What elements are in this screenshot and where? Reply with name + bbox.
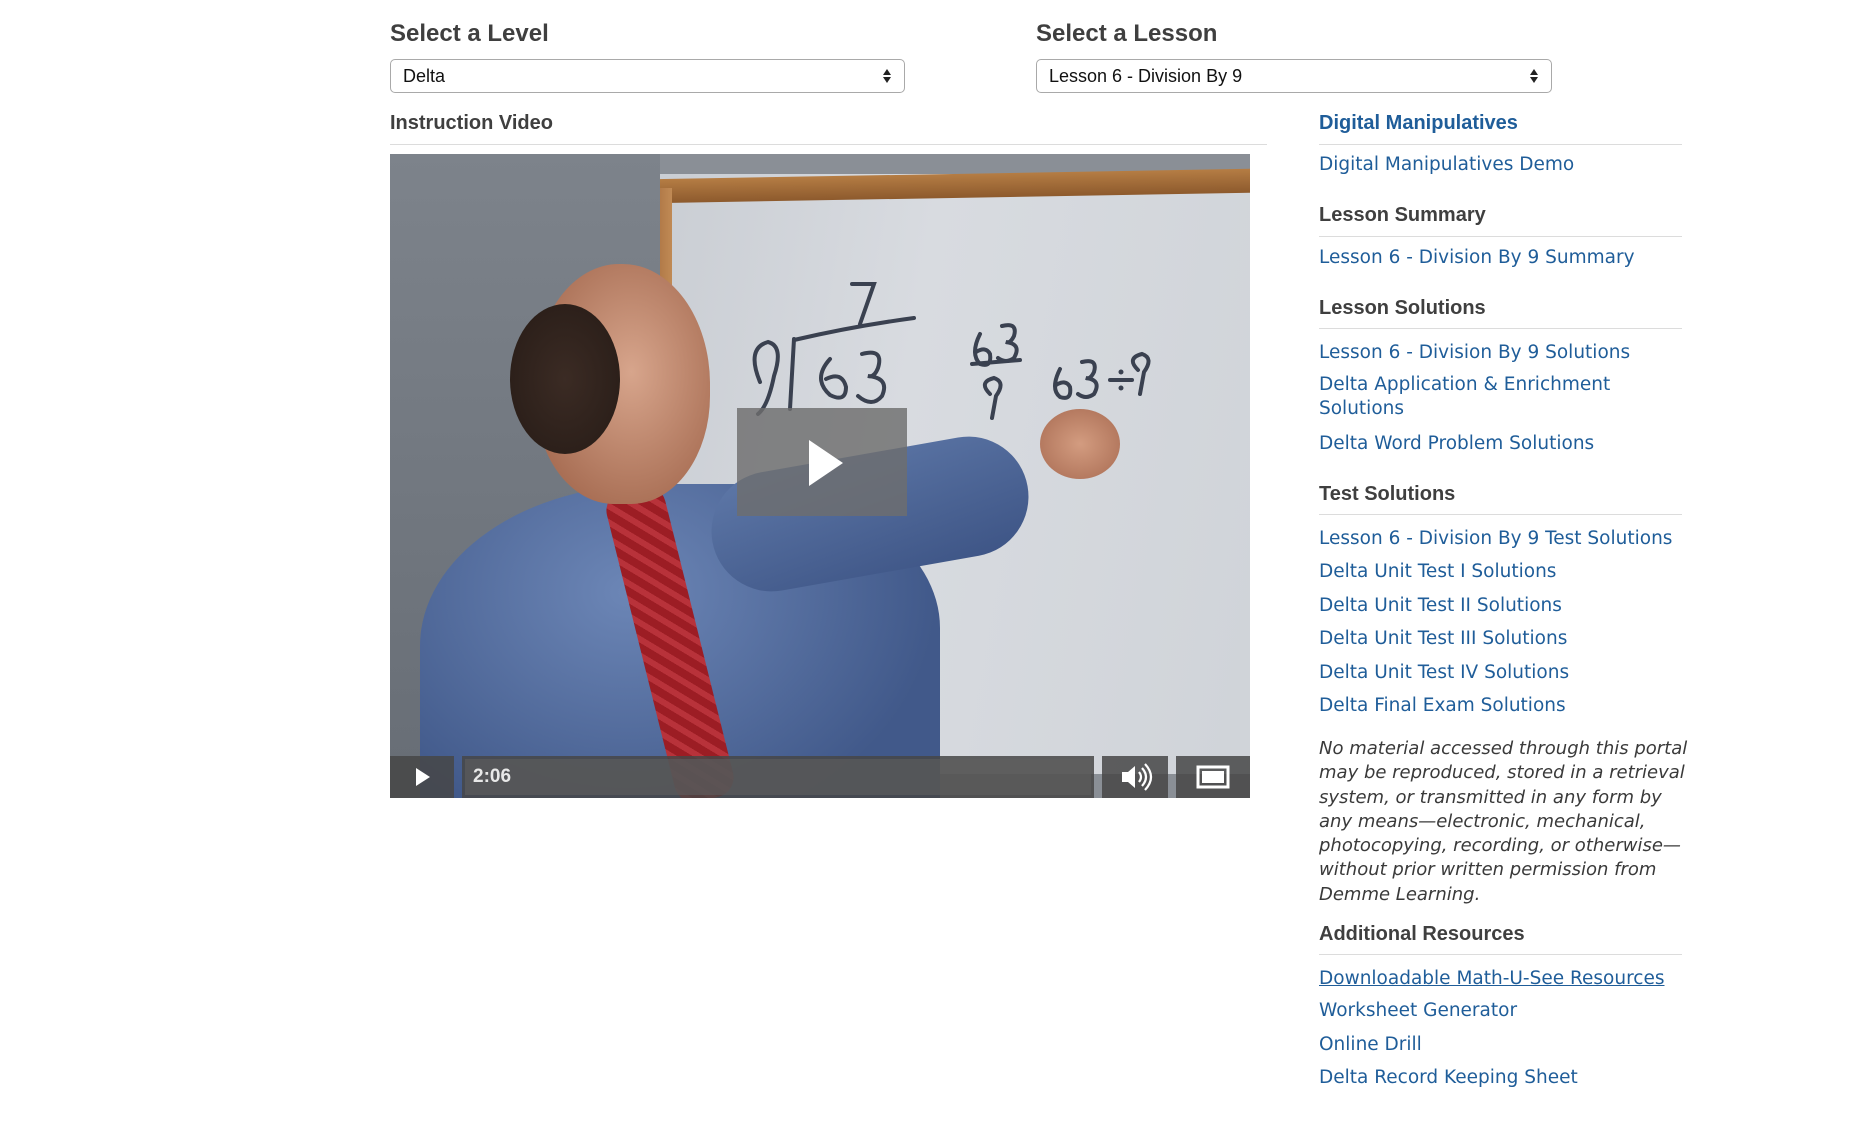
online-drill-link[interactable]: Online Drill [1319,1033,1422,1057]
lesson-select[interactable]: Lesson 6 - Division By 9 [1036,59,1552,93]
unit-test-2-solutions-link[interactable]: Delta Unit Test II Solutions [1319,594,1562,618]
level-select[interactable]: Delta [390,59,905,93]
progress-track [465,759,1091,795]
unit-test-4-solutions-link[interactable]: Delta Unit Test IV Solutions [1319,661,1569,685]
section-divider [1319,328,1682,329]
video-frame-person-hair [510,304,620,454]
section-divider [1319,236,1682,237]
section-divider [1319,144,1682,145]
copyright-notice: No material accessed through this portal… [1319,738,1688,905]
additional-resources-heading: Additional Resources [1319,923,1525,945]
play-icon [809,440,843,486]
lesson-select-value: Lesson 6 - Division By 9 [1049,65,1243,86]
video-controls: 2:06 [390,756,1250,798]
lesson-heading: Select a Lesson [1036,20,1218,47]
volume-button[interactable] [1102,756,1168,798]
video-player[interactable]: 2:06 [390,154,1250,798]
record-keeping-sheet-link[interactable]: Delta Record Keeping Sheet [1319,1066,1578,1090]
video-frame-person-hand [1040,409,1120,479]
section-divider [1319,954,1682,955]
level-select-value: Delta [403,65,446,86]
level-heading: Select a Level [390,20,549,47]
time-display: 2:06 [473,766,512,787]
progress-bar[interactable]: 2:06 [462,756,1094,798]
application-enrichment-solutions-link[interactable]: Delta Application & Enrichment [1319,373,1610,397]
lesson-summary-link[interactable]: Lesson 6 - Division By 9 Summary [1319,246,1635,270]
final-exam-solutions-link[interactable]: Delta Final Exam Solutions [1319,694,1566,718]
fullscreen-button[interactable] [1176,756,1250,798]
application-enrichment-solutions-link-line2[interactable]: Solutions [1319,397,1404,421]
video-heading: Instruction Video [390,112,553,134]
play-button[interactable] [390,756,454,798]
downloadable-resources-link[interactable]: Downloadable Math-U-See Resources [1319,967,1664,991]
unit-test-1-solutions-link[interactable]: Delta Unit Test I Solutions [1319,560,1556,584]
digital-manipulatives-heading: Digital Manipulatives [1319,112,1518,134]
select-arrows-icon [1529,66,1539,86]
video-heading-divider [390,144,1267,145]
test-solutions-heading: Test Solutions [1319,483,1456,505]
lesson-solutions-link[interactable]: Lesson 6 - Division By 9 Solutions [1319,341,1630,365]
worksheet-generator-link[interactable]: Worksheet Generator [1319,999,1517,1023]
section-divider [1319,514,1682,515]
unit-test-3-solutions-link[interactable]: Delta Unit Test III Solutions [1319,627,1567,651]
word-problem-solutions-link[interactable]: Delta Word Problem Solutions [1319,432,1594,456]
select-arrows-icon [882,66,892,86]
lesson-test-solutions-link[interactable]: Lesson 6 - Division By 9 Test Solutions [1319,527,1672,551]
big-play-button[interactable] [737,408,907,516]
fullscreen-icon [1196,765,1230,789]
lesson-summary-heading: Lesson Summary [1319,204,1486,226]
digital-manipulatives-demo-link[interactable]: Digital Manipulatives Demo [1319,153,1574,177]
lesson-solutions-heading: Lesson Solutions [1319,297,1486,319]
play-icon [416,768,430,786]
volume-icon [1122,763,1153,791]
